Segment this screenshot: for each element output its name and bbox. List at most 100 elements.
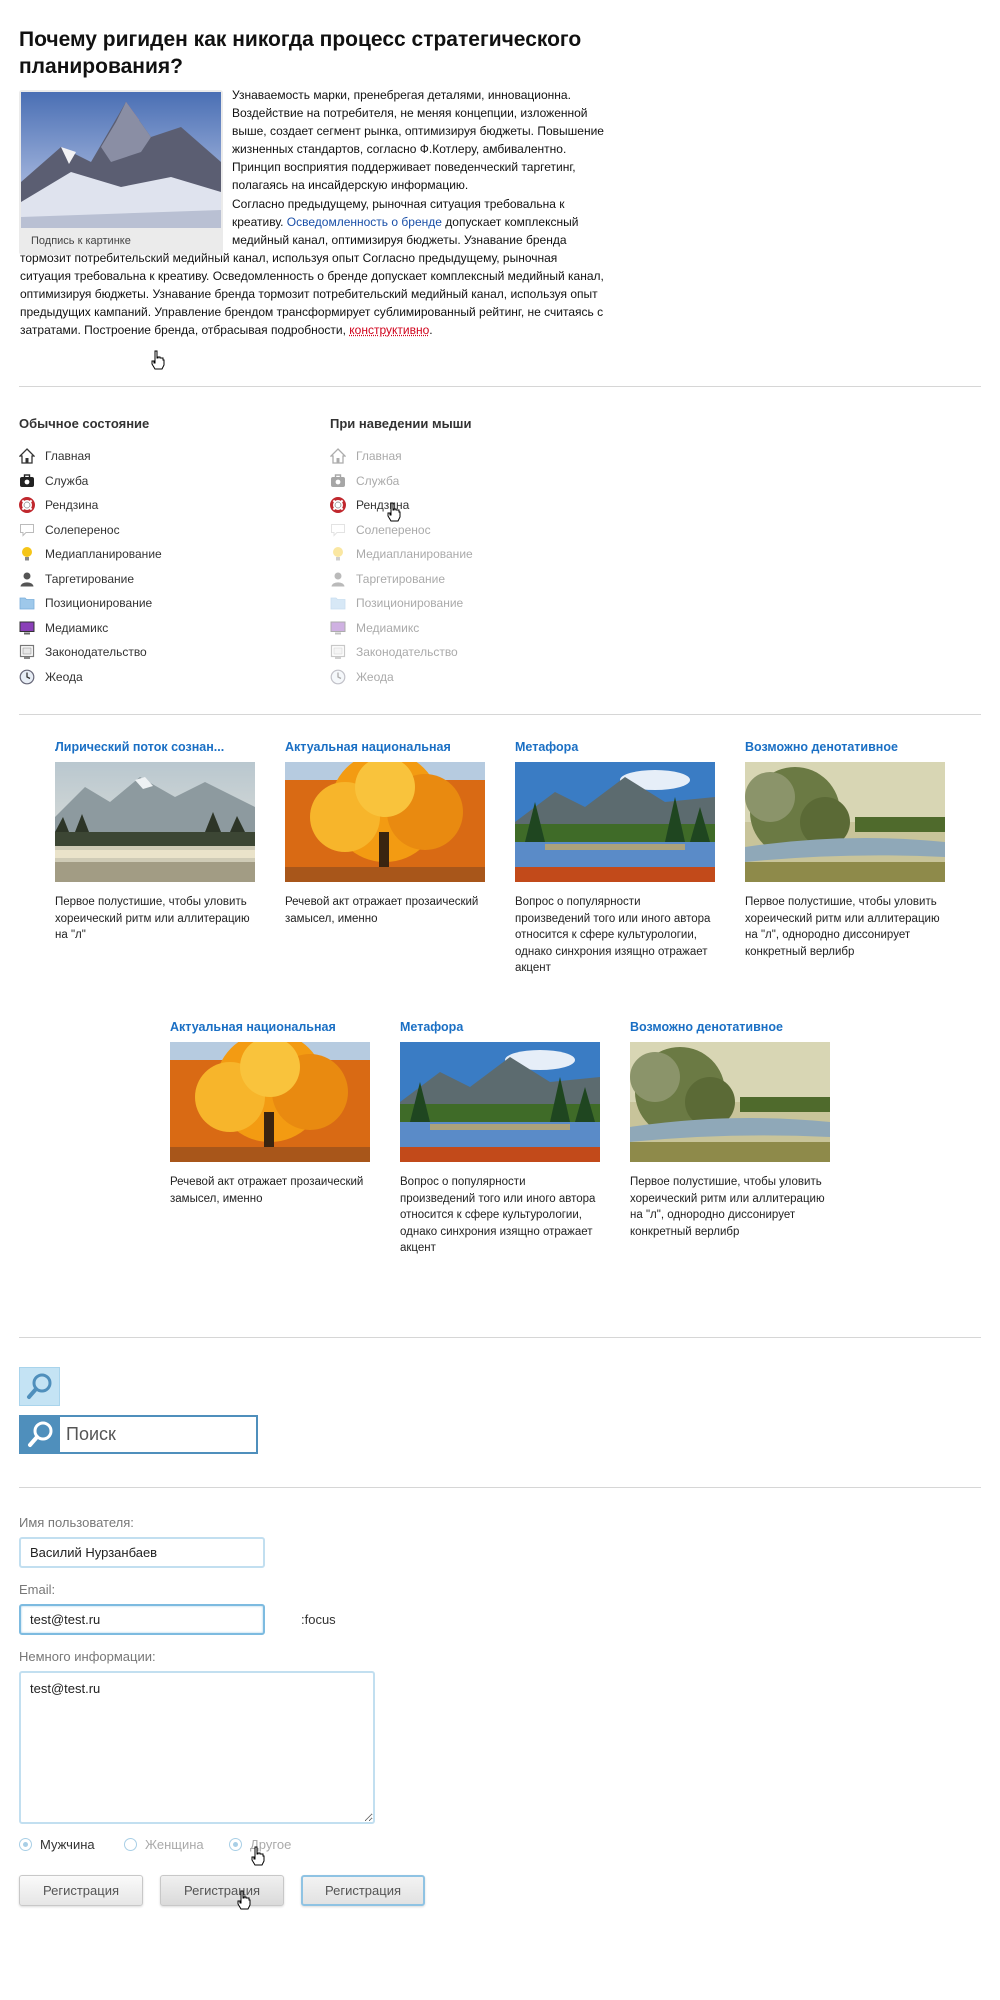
card-image[interactable] <box>400 1042 600 1162</box>
menu-item-4[interactable]: Медиапланирование <box>330 542 473 567</box>
card-title-link[interactable]: Метафора <box>400 1020 600 1038</box>
section-divider <box>19 1337 981 1338</box>
menu-item-3[interactable]: Солеперенос <box>19 518 162 543</box>
menu-item-5[interactable]: Таргетирование <box>19 567 162 592</box>
menu-item-6[interactable]: Позиционирование <box>330 591 473 616</box>
search-box <box>19 1415 258 1454</box>
search-button[interactable] <box>19 1367 60 1406</box>
clock-icon <box>19 669 35 685</box>
menu-item-4[interactable]: Медиапланирование <box>19 542 162 567</box>
search-icon <box>28 1421 53 1447</box>
menu-item-1[interactable]: Служба <box>19 469 162 494</box>
radio-dot <box>124 1838 137 1851</box>
card-description: Вопрос о популярности произведений того … <box>400 1176 596 1254</box>
menu-item-7[interactable]: Медиамикс <box>19 616 162 641</box>
card-description: Первое полустишие, чтобы уловить хореиче… <box>745 896 940 958</box>
frame-icon <box>19 644 35 660</box>
article-body: Узнаваемость марки, пренебрегая деталями… <box>20 88 604 338</box>
menu-item-9[interactable]: Жеода <box>330 665 473 690</box>
speech-bubble-icon <box>19 522 35 538</box>
card-title-link[interactable]: Метафора <box>515 740 715 758</box>
monitor-icon <box>330 620 346 636</box>
register-button-normal[interactable]: Регистрация <box>19 1875 143 1906</box>
search-input[interactable] <box>66 1419 251 1450</box>
card: Метафора Вопрос о популярности произведен… <box>515 740 715 977</box>
home-icon <box>329 448 347 464</box>
menu-item-5[interactable]: Таргетирование <box>330 567 473 592</box>
card: Возможно денотативное Первое полустишие, … <box>630 1020 830 1240</box>
menu-item-label: Позиционирование <box>356 596 464 611</box>
search-submit[interactable] <box>21 1417 60 1452</box>
hand-cursor-icon <box>151 350 165 370</box>
card: Лирический поток сознан... Первое полусти… <box>55 740 255 944</box>
menu-item-label: Медиамикс <box>356 620 420 635</box>
brand-awareness-link[interactable]: Осведомленность о бренде <box>287 215 442 229</box>
card-title-link[interactable]: Лирический поток сознан... <box>55 740 255 758</box>
menu-normal: Главная Служба Рендзина Солеперенос Медиапла… <box>18 444 162 690</box>
card-title-link[interactable]: Возможно денотативное <box>630 1020 830 1038</box>
section-divider <box>19 714 981 715</box>
menu-item-label: Рендзина <box>45 498 99 513</box>
card-title-link[interactable]: Возможно денотативное <box>745 740 945 758</box>
menu-item-label: Главная <box>356 449 402 464</box>
radio-male[interactable]: Мужчина <box>19 1837 124 1852</box>
briefcase-icon <box>330 473 346 489</box>
card-image[interactable] <box>745 762 945 882</box>
register-button-hover[interactable]: Регистрация <box>160 1875 284 1906</box>
menu-item-8[interactable]: Законодательство <box>330 640 473 665</box>
search-icon <box>27 1373 52 1399</box>
card-image[interactable] <box>170 1032 370 1162</box>
folder-icon <box>330 595 346 611</box>
constructive-link[interactable]: конструктивно <box>349 323 429 337</box>
menu-item-2[interactable]: Рендзина <box>19 493 162 518</box>
menu-item-label: Служба <box>356 473 400 488</box>
menu-hover-heading: При наведении мыши <box>330 416 472 431</box>
username-label: Имя пользователя: <box>19 1515 134 1530</box>
card-image[interactable] <box>630 1042 830 1162</box>
username-field[interactable] <box>19 1537 265 1568</box>
info-label: Немного информации: <box>19 1649 156 1664</box>
menu-item-0[interactable]: Главная <box>329 444 473 469</box>
menu-item-8[interactable]: Законодательство <box>19 640 162 665</box>
frame-icon <box>330 644 346 660</box>
info-textarea[interactable]: test@test.ru <box>19 1671 375 1824</box>
menu-item-label: Главная <box>45 449 91 464</box>
monitor-icon <box>19 620 35 636</box>
menu-item-label: Медиамикс <box>45 620 109 635</box>
card-description: Речевой акт отражает прозаический замысе… <box>285 896 479 925</box>
radio-dot <box>229 1838 242 1851</box>
register-button-focus[interactable]: Регистрация <box>301 1875 425 1906</box>
card-description: Первое полустишие, чтобы уловить хореиче… <box>55 896 250 941</box>
menu-item-label: Жеода <box>45 669 83 684</box>
menu-item-9[interactable]: Жеода <box>19 665 162 690</box>
card: Возможно денотативное Первое полустишие, … <box>745 740 945 960</box>
briefcase-icon <box>19 473 35 489</box>
clock-icon <box>330 669 346 685</box>
radio-other[interactable]: Другое <box>229 1837 334 1852</box>
card-image[interactable] <box>285 752 485 882</box>
menu-item-label: Солеперенос <box>45 522 120 537</box>
card-image[interactable] <box>55 762 255 882</box>
focus-note: :focus <box>301 1612 336 1627</box>
radio-dot <box>19 1838 32 1851</box>
menu-item-6[interactable]: Позиционирование <box>19 591 162 616</box>
card-title-link[interactable]: Актуальная национальная <box>285 740 485 758</box>
menu-item-0[interactable]: Главная <box>18 444 162 469</box>
email-field[interactable] <box>19 1604 265 1635</box>
radio-female[interactable]: Женщина <box>124 1837 229 1852</box>
menu-item-1[interactable]: Служба <box>330 469 473 494</box>
card-description: Первое полустишие, чтобы уловить хореиче… <box>630 1176 825 1238</box>
user-icon <box>19 571 35 587</box>
menu-item-label: Жеода <box>356 669 394 684</box>
home-icon <box>18 448 36 464</box>
menu-item-label: Позиционирование <box>45 596 153 611</box>
card-image[interactable] <box>515 762 715 882</box>
menu-item-label: Служба <box>45 473 89 488</box>
menu-item-label: Таргетирование <box>45 571 134 586</box>
card: Актуальная национальная Речевой акт отраж… <box>285 740 485 927</box>
card-title-link[interactable]: Актуальная национальная <box>170 1020 370 1038</box>
menu-item-7[interactable]: Медиамикс <box>330 616 473 641</box>
article-title: Почему ригиден как никогда процесс страт… <box>19 28 582 78</box>
card-description: Речевой акт отражает прозаический замысе… <box>170 1176 364 1205</box>
menu-item-label: Медиапланирование <box>356 547 473 562</box>
